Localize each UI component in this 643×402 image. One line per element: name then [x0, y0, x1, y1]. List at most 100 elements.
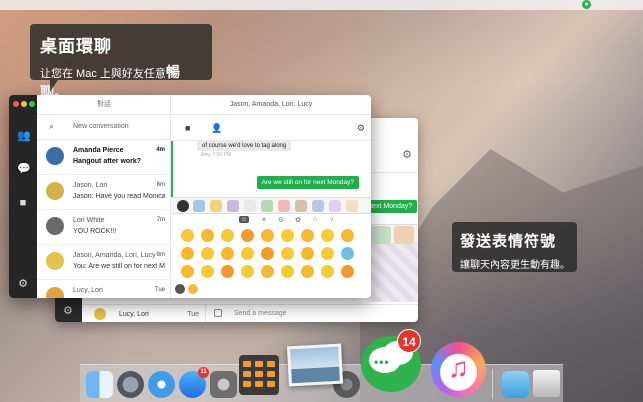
video-call-icon[interactable]: ■: [17, 197, 29, 209]
avatar: [46, 217, 64, 235]
emoji-smile-icon[interactable]: [221, 229, 234, 242]
emoji-category-tabs: ☺ ✶ ⚙ ✿ ⌂ ♪: [171, 214, 371, 226]
calculator-key: [243, 371, 251, 377]
emoji-category-tab[interactable]: ✿: [293, 216, 303, 224]
sticker-pack-icon[interactable]: [346, 200, 358, 212]
emoji-toggle-icon[interactable]: [175, 284, 185, 294]
emoji-laugh-icon[interactable]: [201, 229, 214, 242]
music-app-icon[interactable]: ♫: [431, 342, 486, 397]
callout-title: 桌面環聊: [40, 37, 112, 56]
emoji-blush-icon[interactable]: [341, 229, 354, 242]
emoji-grin-icon[interactable]: [181, 229, 194, 242]
emoji-shock-icon[interactable]: [221, 265, 234, 278]
emoji-cold-icon[interactable]: [341, 247, 354, 260]
emoji-category-tab[interactable]: ⚙: [276, 216, 286, 224]
finder-icon[interactable]: [86, 371, 113, 398]
emoji-tongue-icon[interactable]: [241, 229, 254, 242]
emoji-sad-icon[interactable]: [181, 265, 194, 278]
list-title: 對話: [37, 95, 171, 115]
emoji-love-icon[interactable]: [221, 247, 234, 260]
downloads-folder-icon[interactable]: [502, 371, 529, 398]
emoji-wink-icon[interactable]: [261, 229, 274, 242]
list-item[interactable]: Jason, Amanda, Lori, Lucy You: Are we st…: [37, 245, 171, 280]
list-item[interactable]: Amanda Pierce Hangout after work? 4m: [37, 140, 171, 175]
recent-emoji-icon[interactable]: [188, 284, 198, 294]
list-item[interactable]: Lucy, Lori Tue: [82, 304, 205, 322]
emoji-happy-icon[interactable]: [281, 229, 294, 242]
sticker-pack-icon[interactable]: [210, 200, 222, 212]
minimize-window-button[interactable]: [21, 101, 27, 107]
safari-icon[interactable]: [148, 371, 175, 398]
photos-app-icon[interactable]: [286, 343, 344, 387]
emoji-surprise-icon[interactable]: [261, 247, 274, 260]
calculator-key: [255, 381, 263, 387]
gear-icon[interactable]: ⚙: [402, 148, 412, 161]
video-call-icon[interactable]: ■: [185, 123, 190, 133]
emoji-sweat-icon[interactable]: [281, 247, 294, 260]
emoji-wink-icon[interactable]: [241, 247, 254, 260]
emoji-kiss-icon[interactable]: [201, 247, 214, 260]
emoji-smile-icon[interactable]: [321, 229, 334, 242]
list-item[interactable]: Lori White YOU ROCK!!! 7m: [37, 210, 171, 245]
back-sticker-strip: [367, 224, 418, 244]
emoji-tired-icon[interactable]: [301, 265, 314, 278]
sticker-pack-icon[interactable]: [278, 200, 290, 212]
calculator-key: [243, 381, 251, 387]
calculator-icon[interactable]: [239, 355, 279, 395]
contacts-icon[interactable]: 👥: [17, 129, 31, 142]
calculator-key: [255, 361, 263, 367]
gear-icon[interactable]: ⚙: [63, 304, 73, 317]
sticker-pack-icon[interactable]: [329, 200, 341, 212]
line-menubar-icon[interactable]: ●: [582, 0, 591, 9]
sticker-pack-icon[interactable]: [261, 200, 273, 212]
emoji-cool-icon[interactable]: [181, 247, 194, 260]
sticker-pack-icon[interactable]: [227, 200, 239, 212]
system-preferences-icon[interactable]: [210, 371, 237, 398]
emoji-category-tab[interactable]: ☺: [239, 216, 249, 223]
sticker-pack-icon[interactable]: [193, 200, 205, 212]
chat-pane: Jason, Amanda, Lori, Lucy ■ 👤 ⚙ of cours…: [171, 95, 371, 298]
add-person-icon[interactable]: 👤: [211, 123, 222, 134]
search-input[interactable]: New conversation: [73, 123, 129, 130]
trash-icon[interactable]: [533, 370, 560, 397]
emoji-smirk-icon[interactable]: [261, 265, 274, 278]
calculator-key: [255, 371, 263, 377]
emoji-meh-icon[interactable]: [241, 265, 254, 278]
sticker-pack-icon[interactable]: [312, 200, 324, 212]
close-window-button[interactable]: [13, 101, 19, 107]
gear-icon[interactable]: ⚙: [17, 277, 29, 290]
feature-callout-desktop-chat: 桌面環聊 让您在 Mac 上與好友任意暢聊。: [30, 24, 212, 100]
emoji-sleepy-icon[interactable]: [281, 265, 294, 278]
list-item[interactable]: Jason, Lori Jason: Have you read Monica'…: [37, 175, 171, 210]
emoji-think-icon[interactable]: [201, 265, 214, 278]
avatar: [46, 147, 64, 165]
gear-icon[interactable]: ⚙: [357, 123, 365, 134]
emoji-angry-icon[interactable]: [321, 247, 334, 260]
photo-sky: [290, 346, 340, 370]
emoji-category-tab[interactable]: ⌂: [310, 216, 320, 223]
emoji-grin-icon[interactable]: [301, 229, 314, 242]
compose-placeholder: Send a message: [234, 310, 287, 317]
launchpad-icon[interactable]: [117, 371, 144, 398]
emoji-category-tab[interactable]: ♪: [327, 216, 337, 223]
chat-icon[interactable]: 💬: [17, 162, 31, 175]
sticker-pack-icon[interactable]: [295, 200, 307, 212]
sticker-thumb[interactable]: [371, 226, 391, 244]
zoom-window-button[interactable]: [29, 101, 35, 107]
list-item[interactable]: Lucy, Lori Tue: [37, 280, 171, 298]
sticker-thumb[interactable]: [394, 226, 414, 244]
calculator-key: [267, 361, 275, 367]
avatar: [94, 308, 106, 320]
emoji-confused-icon[interactable]: [321, 265, 334, 278]
emoji-cry-icon[interactable]: [301, 247, 314, 260]
main-sidebar: 👥 💬 ■ ⚙: [9, 95, 37, 298]
emoji-category-tab[interactable]: ✶: [259, 216, 269, 224]
emoji-mad-icon[interactable]: [341, 265, 354, 278]
back-sticker-preview: [367, 244, 418, 302]
search-icon: ⌕: [49, 121, 55, 131]
back-compose-bar[interactable]: Send a message: [205, 304, 418, 322]
sticker-pack-icon[interactable]: [244, 200, 256, 212]
emoji-tab-icon[interactable]: [177, 200, 189, 212]
new-conversation-search[interactable]: ⌕ New conversation: [37, 115, 171, 140]
emoji-icon[interactable]: [214, 309, 222, 317]
